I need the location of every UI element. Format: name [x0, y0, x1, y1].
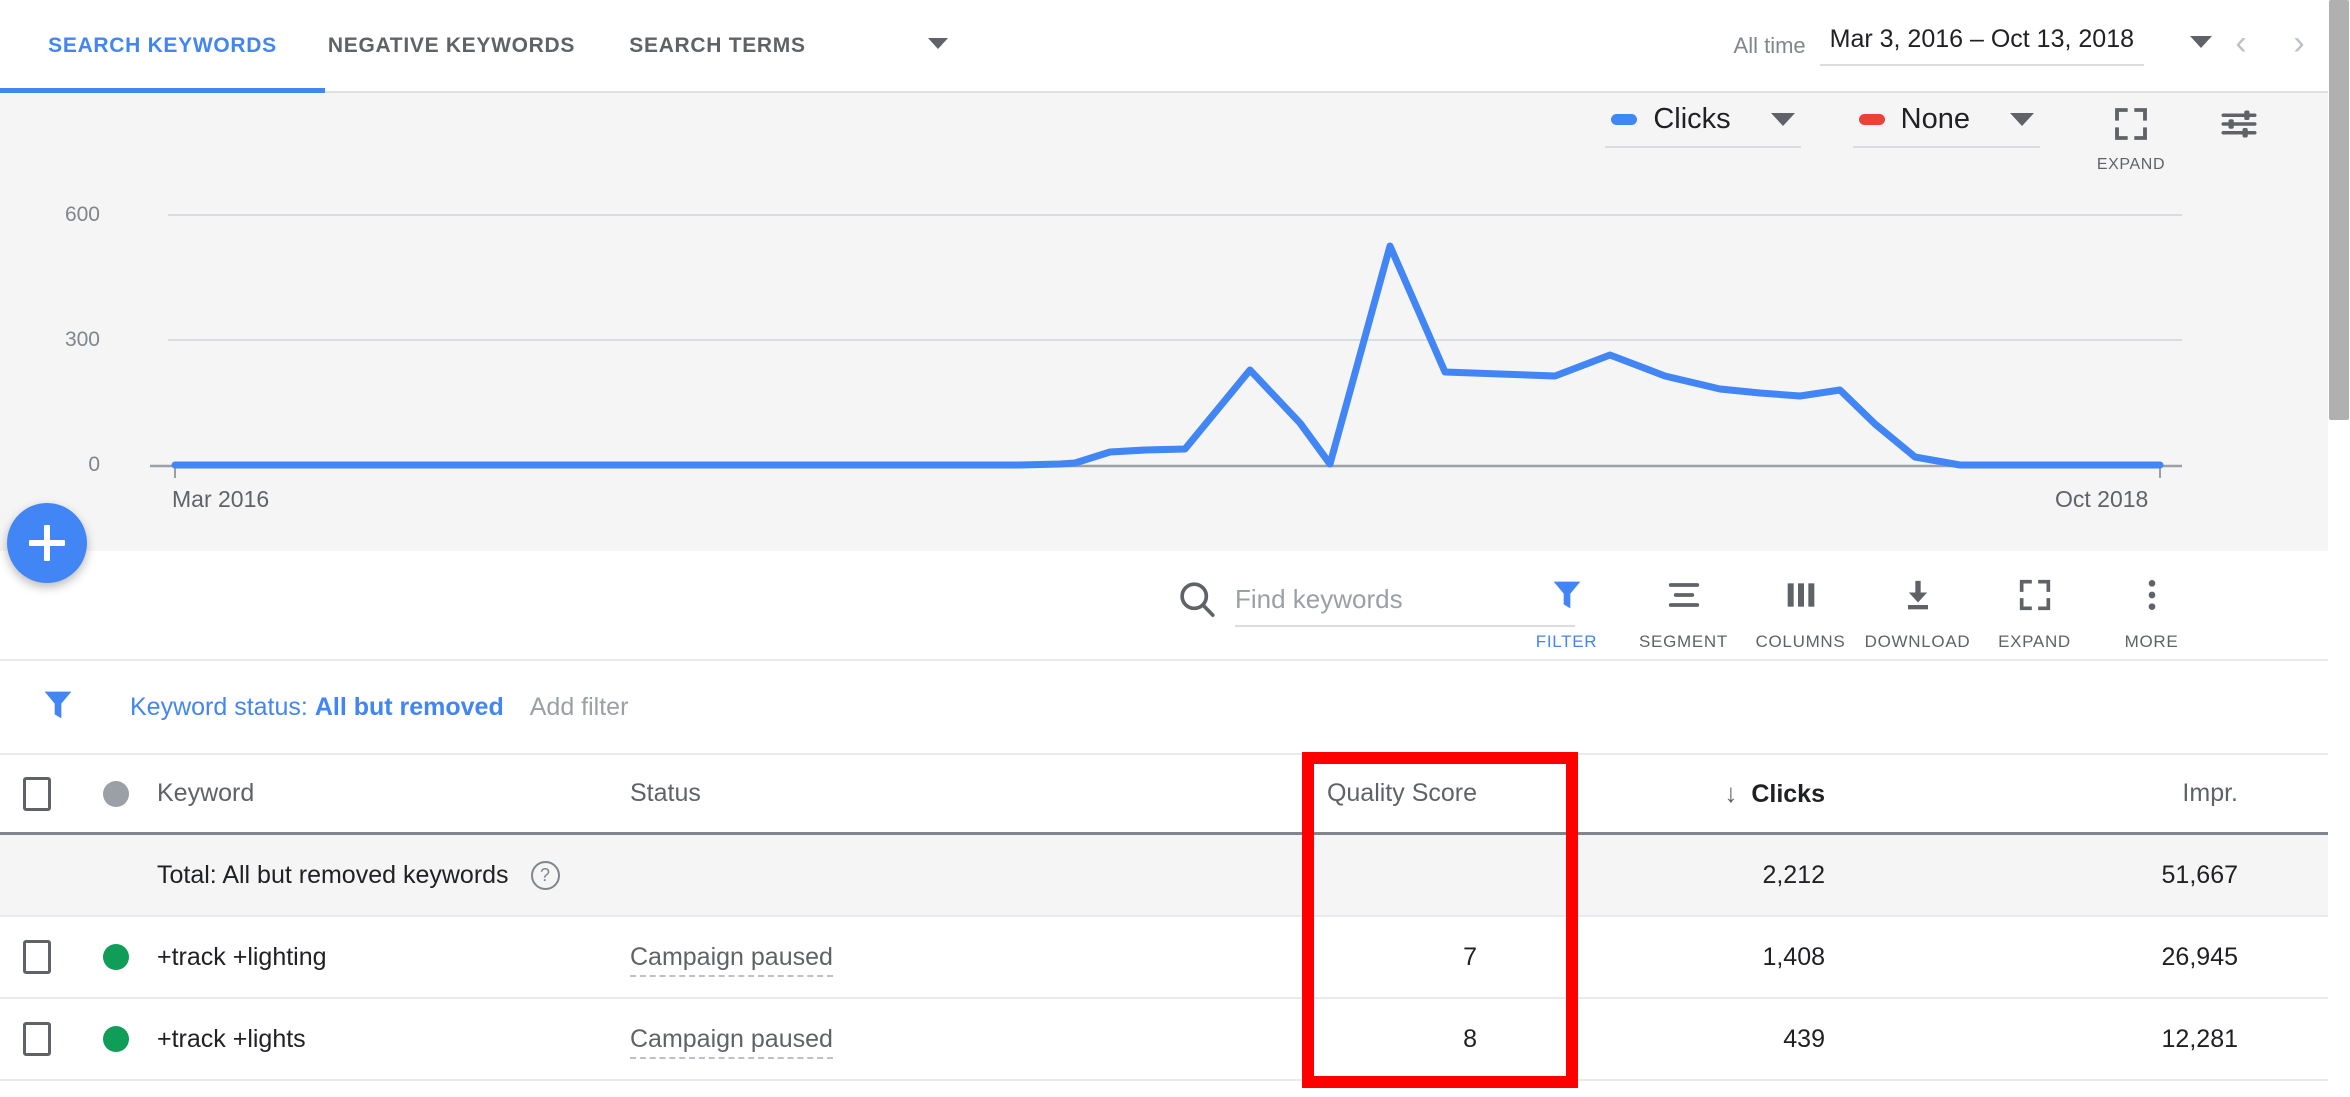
tab-list: SEARCH KEYWORDS NEGATIVE KEYWORDS SEARCH… — [0, 0, 843, 91]
help-icon[interactable]: ? — [530, 860, 560, 890]
row-status-text[interactable]: Campaign paused — [630, 1024, 833, 1059]
tab-search-keywords[interactable]: SEARCH KEYWORDS — [0, 0, 325, 91]
columns-icon — [1787, 583, 1814, 607]
row-clicks: 1,408 — [1762, 942, 1825, 971]
row-keyword: +track +lighting — [157, 942, 327, 971]
filter-button[interactable]: FILTER — [1508, 569, 1625, 652]
row-impr: 12,281 — [2161, 1024, 2238, 1053]
toolbar-actions: FILTER SEGMENT COLUMNS DOWNLOAD EXPAND M… — [1508, 569, 2210, 652]
columns-button-label: COLUMNS — [1755, 632, 1846, 651]
column-header-quality-score[interactable]: Quality Score — [1252, 779, 1505, 808]
row-checkbox[interactable] — [23, 1022, 51, 1056]
status-header-cell — [74, 780, 157, 807]
download-icon — [1907, 580, 1928, 610]
vertical-scrollbar-track[interactable] — [2328, 0, 2350, 1097]
column-header-impressions[interactable]: Impr. — [1853, 779, 2276, 808]
column-header-clicks-label: Clicks — [1751, 780, 1825, 808]
keywords-table: Keyword Status Quality Score ↓ Clicks Imp… — [0, 753, 2328, 1081]
row-status-cell — [74, 1026, 157, 1052]
select-all-cell — [0, 776, 74, 811]
row-status-text[interactable]: Campaign paused — [630, 942, 833, 977]
date-range-next-button[interactable]: › — [2270, 26, 2328, 66]
row-impr: 26,945 — [2161, 942, 2238, 971]
search-input[interactable] — [1235, 584, 1555, 615]
columns-button[interactable]: COLUMNS — [1742, 569, 1859, 652]
download-button[interactable]: DOWNLOAD — [1859, 569, 1976, 652]
ytick-label-300: 300 — [64, 328, 100, 351]
more-button-label: MORE — [2124, 632, 2179, 651]
tab-negative-keywords[interactable]: NEGATIVE KEYWORDS — [325, 0, 578, 91]
clicks-line-chart — [150, 214, 2182, 478]
date-range-prev-button[interactable]: ‹ — [2212, 26, 2270, 66]
row-status-cell — [74, 944, 157, 970]
table-header-row: Keyword Status Quality Score ↓ Clicks Imp… — [0, 753, 2328, 835]
table-row[interactable]: +track +lighting Campaign paused 7 1,408… — [0, 917, 2328, 999]
add-filter-button[interactable]: Add filter — [530, 693, 629, 722]
plus-icon-vertical — [44, 525, 50, 561]
more-vert-icon — [2148, 580, 2155, 610]
search-icon[interactable] — [1175, 577, 1219, 621]
top-tab-bar: SEARCH KEYWORDS NEGATIVE KEYWORDS SEARCH… — [0, 0, 2328, 93]
active-filters-row: Keyword status: All but removed Add filt… — [0, 661, 2328, 753]
status-dot-header-icon — [102, 780, 129, 807]
expand-table-button-label: EXPAND — [1998, 632, 2071, 651]
expand-icon — [2019, 579, 2050, 611]
row-quality-score: 7 — [1463, 942, 1477, 971]
date-range-caret-icon[interactable] — [2190, 35, 2212, 48]
ytick-label-0: 0 — [88, 453, 100, 476]
status-dot-enabled-icon[interactable] — [102, 1026, 129, 1052]
row-status-wrapper: Campaign paused — [630, 942, 1252, 977]
segment-icon — [1668, 583, 1699, 607]
table-row[interactable]: +track +lights Campaign paused 8 439 12,… — [0, 999, 2328, 1081]
tab-search-terms[interactable]: SEARCH TERMS — [578, 0, 843, 91]
row-clicks: 439 — [1783, 1024, 1825, 1053]
filter-chip-prefix: Keyword status: — [130, 692, 315, 721]
table-total-row: Total: All but removed keywords? 2,212 5… — [0, 835, 2328, 917]
status-dot-enabled-icon[interactable] — [102, 944, 129, 970]
column-header-keyword[interactable]: Keyword — [157, 779, 630, 808]
select-all-checkbox[interactable] — [23, 776, 51, 811]
more-button[interactable]: MORE — [2093, 569, 2210, 652]
add-keyword-fab[interactable] — [7, 503, 87, 583]
row-status-wrapper: Campaign paused — [630, 1024, 1252, 1059]
total-clicks: 2,212 — [1762, 860, 1825, 889]
download-button-label: DOWNLOAD — [1864, 632, 1971, 651]
date-range-selector: All time Mar 3, 2016 – Oct 13, 2018 ‹ › — [1734, 0, 2328, 91]
date-range-value[interactable]: Mar 3, 2016 – Oct 13, 2018 — [1819, 25, 2144, 66]
filter-chip-keyword-status[interactable]: Keyword status: All but removed — [130, 693, 504, 722]
column-header-clicks[interactable]: ↓ Clicks — [1505, 778, 1853, 809]
segment-button[interactable]: SEGMENT — [1625, 569, 1742, 652]
sort-descending-icon: ↓ — [1724, 778, 1738, 808]
funnel-icon — [1553, 581, 1580, 609]
ytick-label-600: 600 — [64, 203, 100, 226]
active-filter-funnel-icon — [38, 685, 78, 730]
total-row-label: Total: All but removed keywords — [157, 860, 509, 889]
row-quality-score: 8 — [1463, 1024, 1477, 1053]
date-range-preset-label: All time — [1733, 32, 1806, 58]
column-header-status[interactable]: Status — [630, 779, 1252, 808]
filter-button-label: FILTER — [1535, 632, 1598, 651]
performance-chart-panel: Clicks None EXPAND 600 300 0 Mar 2016 Oc… — [0, 93, 2328, 551]
expand-table-button[interactable]: EXPAND — [1976, 569, 2093, 652]
row-checkbox[interactable] — [23, 940, 51, 974]
row-select-cell — [0, 1022, 74, 1056]
total-impr: 51,667 — [2161, 860, 2238, 889]
row-select-cell — [0, 940, 74, 974]
total-label-cell: Total: All but removed keywords? — [157, 860, 1252, 890]
filter-chip-value: All but removed — [314, 692, 504, 721]
clicks-series-line — [171, 242, 2164, 469]
table-toolbar: FILTER SEGMENT — [0, 551, 2328, 661]
vertical-scrollbar-thumb[interactable] — [2329, 0, 2349, 420]
segment-button-label: SEGMENT — [1639, 632, 1728, 651]
row-keyword: +track +lights — [157, 1024, 306, 1053]
tab-overflow-caret-icon[interactable] — [928, 38, 948, 49]
xtick-label-start: Mar 2016 — [172, 486, 270, 512]
google-ads-keywords-page: SEARCH KEYWORDS NEGATIVE KEYWORDS SEARCH… — [0, 0, 2350, 1097]
xtick-label-end: Oct 2018 — [2055, 486, 2149, 512]
